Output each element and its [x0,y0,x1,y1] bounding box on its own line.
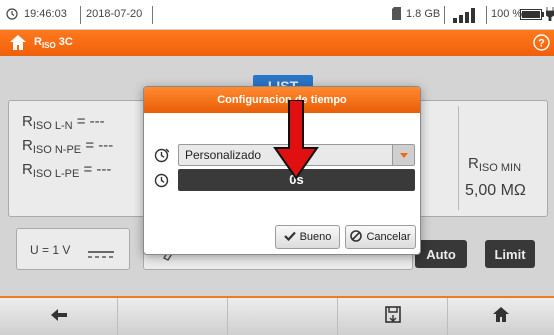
battery-icon [520,9,544,23]
nav-slot-2 [118,298,228,335]
status-bar: 19:46:03 2018-07-20 1.8 GB 100 % [0,0,554,30]
save-icon [384,305,401,328]
home-nav-icon [493,306,509,327]
battery-percent: 100 % [491,8,523,20]
check-icon [283,231,296,244]
signal-icon [453,6,479,26]
clock-settings-icon [154,148,170,168]
ok-label: Bueno [299,231,332,243]
select-value: Personalizado [185,148,262,162]
screen-title: RISO 3C [34,36,73,51]
storage-value: 1.8 GB [406,8,441,20]
cancel-label: Cancelar [366,231,411,243]
bottom-nav [0,296,554,335]
svg-text:?: ? [538,38,545,50]
home-button[interactable] [448,298,554,335]
title-bar: RISO 3C ? [0,30,554,56]
red-arrow-icon [273,100,319,180]
help-icon[interactable]: ? [533,34,550,56]
cancel-icon [350,229,363,245]
status-time: 19:46:03 [24,8,67,20]
sd-card-icon [392,7,401,23]
clock-icon [154,173,169,193]
chevron-down-icon[interactable] [392,145,414,165]
cancel-button[interactable]: Cancelar [345,225,416,249]
clock-icon [6,8,18,23]
home-icon[interactable] [10,35,26,55]
save-button[interactable] [338,298,448,335]
status-date: 2018-07-20 [86,8,143,20]
ok-button[interactable]: Bueno [275,225,340,249]
nav-slot-3 [228,298,338,335]
back-arrow-icon [50,308,67,326]
plug-icon [545,7,554,24]
back-button[interactable] [0,298,118,335]
